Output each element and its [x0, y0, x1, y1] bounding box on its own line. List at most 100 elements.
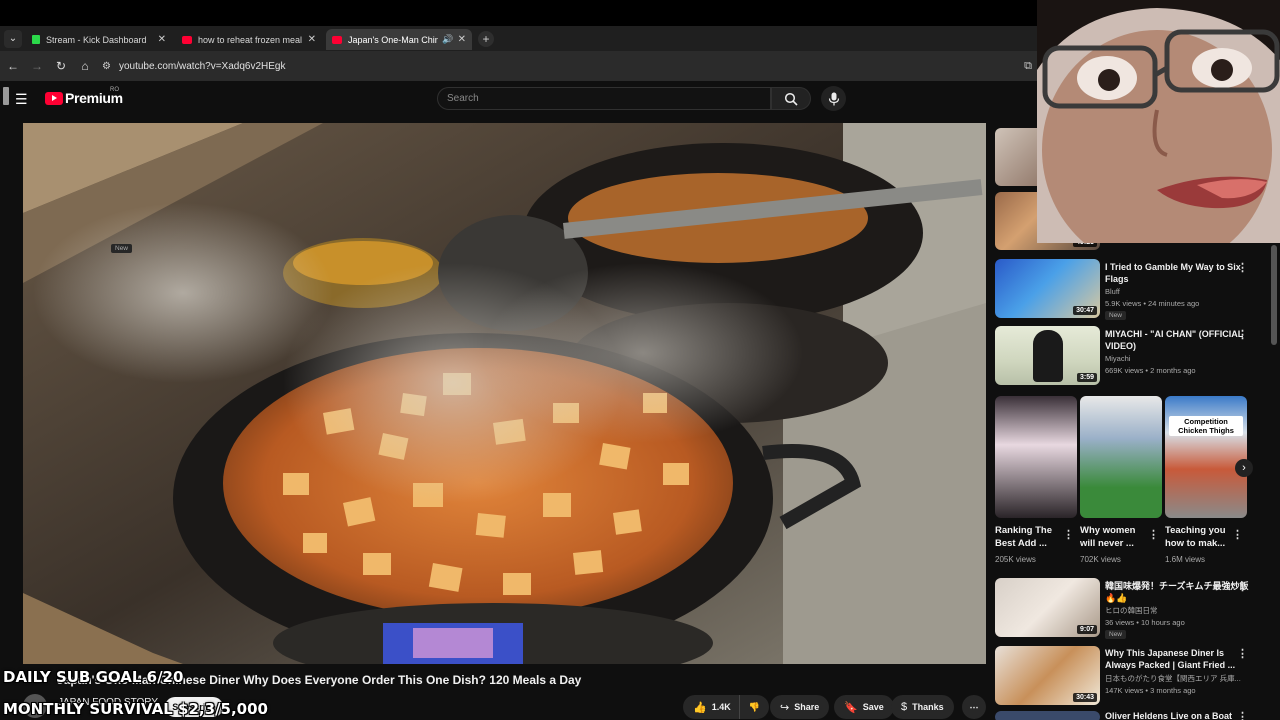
rec-title[interactable]: MIYACHI - "AI CHAN" (OFFICIAL VIDEO)	[1105, 328, 1250, 352]
microphone-icon	[828, 92, 839, 105]
rec-meta: 36 views • 10 hours ago	[1105, 618, 1185, 627]
thumbnail-figure	[1033, 330, 1063, 382]
video-player[interactable]	[23, 123, 986, 664]
rec-title[interactable]: Oliver Heldens Live on a Boat	[1105, 710, 1250, 720]
tab-label: Stream - Kick Dashboard	[46, 34, 147, 45]
search-button[interactable]	[771, 87, 811, 110]
youtube-icon	[182, 35, 192, 44]
tab-reheat-meal-prep[interactable]: how to reheat frozen meal prep ✕	[176, 29, 322, 50]
tab-japan-chinese-diner[interactable]: Japan's One-Man Chinese 🔊 ✕	[326, 29, 472, 50]
video-frame-wok-tofu	[23, 123, 986, 664]
rec-channel[interactable]: Miyachi	[1105, 354, 1130, 363]
duration-badge: 30:43	[1073, 693, 1097, 702]
overlay-monthly-survival: MONTHLY SURVIVAL $2,3/5,000	[3, 700, 268, 718]
share-label: Share	[794, 702, 820, 712]
install-app-icon[interactable]: ⧉	[1024, 60, 1032, 73]
tab-label: Japan's One-Man Chinese	[348, 34, 439, 45]
browser-tab-bar: ⌄ Stream - Kick Dashboard ✕ how to rehea…	[0, 26, 1040, 51]
rec-title[interactable]: Why This Japanese Diner Is Always Packed…	[1105, 647, 1250, 671]
more-vertical-icon[interactable]: ⋮	[1237, 647, 1278, 660]
short-thumbnail[interactable]: Competition Chicken Thighs	[1165, 396, 1247, 518]
short-thumbnail[interactable]	[1080, 396, 1162, 518]
side-edge-bar	[3, 87, 9, 105]
screen: ⌄ Stream - Kick Dashboard ✕ how to rehea…	[0, 0, 1280, 720]
back-arrow-icon[interactable]: ←	[2, 59, 24, 73]
like-button[interactable]: 👍 1.4K	[683, 695, 739, 719]
rec-channel[interactable]: 日本ものがたり食堂【関西エリア 兵庫...	[1105, 673, 1245, 684]
site-settings-icon[interactable]: ⚙	[102, 61, 111, 72]
close-icon[interactable]: ✕	[458, 34, 466, 45]
rec-title[interactable]: 韓国味爆発！チーズキムチ最強炒飯🔥👍	[1105, 580, 1250, 604]
thumbs-up-icon: 👍	[693, 701, 707, 714]
search-input[interactable]	[438, 88, 770, 109]
forward-arrow-icon[interactable]: →	[26, 59, 48, 73]
close-icon[interactable]: ✕	[158, 34, 166, 45]
reload-icon[interactable]: ↻	[50, 59, 72, 73]
duration-badge: 3:59	[1076, 373, 1097, 382]
tab-kick-dashboard[interactable]: Stream - Kick Dashboard ✕	[26, 29, 172, 50]
like-dislike-group: 👍 1.4K 👎	[683, 695, 769, 719]
rec-thumbnail[interactable]: 30:47	[995, 259, 1100, 318]
short-title[interactable]: Why women will never ...	[1080, 524, 1146, 550]
short-views: 1.6M views	[1165, 555, 1206, 564]
new-badge: New	[1105, 630, 1127, 639]
super-thanks-icon: $	[901, 701, 908, 713]
save-button[interactable]: 🔖 Save	[834, 695, 894, 719]
thanks-label: Thanks	[912, 702, 944, 712]
country-code: RO	[110, 87, 119, 93]
rec-meta: 669K views • 2 months ago	[1105, 366, 1196, 375]
like-count: 1.4K	[711, 702, 731, 712]
rec-thumbnail[interactable]: 30:43	[995, 646, 1100, 705]
url-text: youtube.com/watch?v=Xadq6v2HEgk	[118, 60, 286, 72]
youtube-icon	[332, 35, 342, 44]
menu-hamburger-icon[interactable]: ☰	[15, 91, 28, 108]
speaker-icon[interactable]: 🔊	[442, 34, 453, 45]
rec-thumbnail[interactable]	[995, 711, 1100, 720]
search-icon	[784, 92, 798, 106]
rec-channel[interactable]: ヒロの韓国日常	[1105, 605, 1158, 616]
more-vertical-icon[interactable]: ⋮	[1148, 528, 1159, 541]
rec-thumbnail[interactable]: 9:07	[995, 578, 1100, 637]
tab-search-chevron-icon[interactable]: ⌄	[4, 29, 22, 48]
home-icon[interactable]: ⌂	[74, 59, 96, 73]
youtube-header: ☰ Premium RO	[0, 81, 1040, 117]
short-views: 205K views	[995, 555, 1036, 564]
more-group: ⋯	[962, 695, 986, 719]
youtube-play-icon	[45, 91, 63, 105]
close-icon[interactable]: ✕	[308, 34, 316, 45]
more-vertical-icon[interactable]: ⋮	[1063, 528, 1074, 541]
more-vertical-icon[interactable]: ⋮	[1237, 710, 1278, 720]
duration-badge: 9:07	[1076, 625, 1097, 634]
rec-title[interactable]: I Tried to Gamble My Way to Six Flags	[1105, 261, 1250, 285]
kick-icon	[32, 35, 40, 44]
more-vertical-icon[interactable]: ⋮	[1237, 580, 1278, 593]
more-vertical-icon[interactable]: ⋮	[1232, 528, 1243, 541]
new-badge: New	[111, 244, 133, 253]
share-button[interactable]: ↪ Share	[770, 695, 830, 719]
search-box	[437, 87, 771, 110]
save-group: 🔖 Save	[834, 695, 894, 719]
tab-label: how to reheat frozen meal prep	[198, 34, 304, 45]
thanks-button[interactable]: $ Thanks	[891, 695, 954, 719]
short-views: 702K views	[1080, 555, 1121, 564]
dislike-button[interactable]: 👎	[738, 695, 769, 719]
rec-channel[interactable]: Bluff	[1105, 287, 1120, 296]
new-tab-plus-icon[interactable]: +	[478, 30, 494, 47]
short-title[interactable]: Ranking The Best Add ...	[995, 524, 1061, 550]
duration-badge: 30:47	[1073, 306, 1097, 315]
overlay-daily-sub-goal: DAILY SUB GOAL 6/20	[3, 668, 184, 686]
rec-meta: 147K views • 3 months ago	[1105, 686, 1196, 695]
thanks-group: $ Thanks	[891, 695, 954, 719]
share-group: ↪ Share	[770, 695, 830, 719]
short-title[interactable]: Teaching you how to mak...	[1165, 524, 1231, 550]
rec-thumbnail[interactable]: 3:59	[995, 326, 1100, 385]
short-thumbnail[interactable]	[995, 396, 1077, 518]
url-field[interactable]: ⚙ youtube.com/watch?v=Xadq6v2HEgk	[102, 55, 1024, 77]
voice-search-button[interactable]	[821, 86, 846, 111]
shorts-next-chevron-icon[interactable]: ›	[1235, 459, 1253, 477]
save-label: Save	[862, 702, 884, 712]
rec-meta: 5.9K views • 24 minutes ago	[1105, 299, 1200, 308]
sidebar-scrollbar[interactable]	[1271, 245, 1277, 345]
more-actions-button[interactable]: ⋯	[962, 695, 986, 719]
webcam-face-image	[1037, 0, 1280, 243]
